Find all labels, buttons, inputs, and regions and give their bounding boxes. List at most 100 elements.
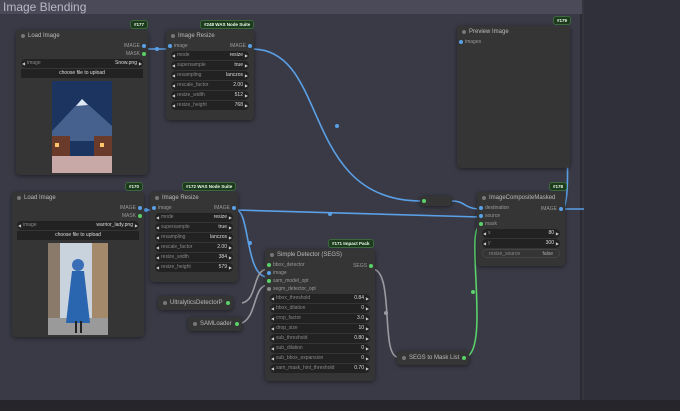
slot[interactable]: IMAGE xyxy=(16,42,148,50)
slot-dot-icon[interactable] xyxy=(138,206,142,210)
slot[interactable]: MASK xyxy=(16,50,148,58)
slot-dot-icon[interactable] xyxy=(462,356,467,360)
slot-label: image xyxy=(158,205,172,211)
node-title[interactable]: Simple Detector (SEGS) xyxy=(265,249,375,261)
node-id-badge: #171 Impact Pack xyxy=(328,239,374,248)
slot[interactable]: IMAGE xyxy=(533,205,565,213)
slot[interactable]: IMAGE xyxy=(230,42,252,50)
widget[interactable]: x 80 xyxy=(482,229,560,238)
widget[interactable]: drop_size 10 xyxy=(270,324,370,333)
slot[interactable]: segm_detector_opt xyxy=(265,285,375,293)
upload-button[interactable]: choose file to upload xyxy=(21,69,143,78)
widget[interactable]: resize_height 768 xyxy=(171,101,249,110)
slot-dot-icon[interactable] xyxy=(267,271,271,275)
widget[interactable]: sub_threshold 0.80 xyxy=(270,334,370,343)
slot-dot-icon[interactable] xyxy=(267,279,271,283)
slot-dot-icon[interactable] xyxy=(232,206,236,210)
widget[interactable]: y 300 xyxy=(482,239,560,248)
widget[interactable]: bbox_threshold 0.84 xyxy=(270,294,370,303)
widget-value: 80 xyxy=(548,230,554,236)
slot-dot-icon[interactable] xyxy=(168,44,172,48)
slot-dot-icon[interactable] xyxy=(142,44,146,48)
widget[interactable]: mode resize xyxy=(171,51,249,60)
slot[interactable]: source xyxy=(477,212,565,220)
slot-dot-icon[interactable] xyxy=(248,44,252,48)
widget[interactable]: supersample true xyxy=(171,61,249,70)
node-segs2mask[interactable]: SEGS to Mask List xyxy=(397,351,470,365)
widget-value: 0 xyxy=(361,305,364,311)
slot[interactable]: IMAGE xyxy=(12,204,144,212)
widget[interactable]: supersample true xyxy=(155,223,233,232)
slot[interactable]: image xyxy=(152,204,172,212)
slot[interactable]: mask xyxy=(477,220,565,228)
slot[interactable]: SEGS xyxy=(345,262,375,270)
node-title[interactable]: Image Resize xyxy=(150,192,238,204)
node-title[interactable]: Load Image xyxy=(12,192,144,204)
widget[interactable]: resampling lanczos xyxy=(171,71,249,80)
widget-label: x xyxy=(488,230,491,236)
node-composite[interactable]: ImageCompositeMasked destination source mas… xyxy=(477,192,565,266)
widget[interactable]: mode resize xyxy=(155,213,233,222)
reroute-node[interactable] xyxy=(420,196,452,206)
node-title[interactable]: Load Image xyxy=(16,30,148,42)
widget-value: lanczos xyxy=(210,234,227,240)
node-title[interactable]: Image Resize xyxy=(166,30,254,42)
slot-label: bbox_detector xyxy=(273,262,305,268)
widget[interactable]: resize_width 512 xyxy=(171,91,249,100)
slot-dot-icon[interactable] xyxy=(234,322,239,326)
widget[interactable]: image warrior_lady.png xyxy=(17,221,139,230)
widget-label: rescale_factor xyxy=(161,244,193,250)
widget[interactable]: sub_dilation 0 xyxy=(270,344,370,353)
resize-source-toggle[interactable]: resize_source false xyxy=(482,249,560,258)
upload-button[interactable]: choose file to upload xyxy=(17,231,139,240)
node-preview[interactable]: Preview Image images xyxy=(457,26,570,168)
widget[interactable]: rescale_factor 2.00 xyxy=(171,81,249,90)
slot[interactable]: MASK xyxy=(12,212,144,220)
slot-dot-icon[interactable] xyxy=(142,52,146,56)
slot-dot-icon[interactable] xyxy=(152,206,156,210)
slot-dot-icon[interactable] xyxy=(479,214,483,218)
widget-value: 2.00 xyxy=(217,244,227,250)
slot-dot-icon[interactable] xyxy=(267,263,271,267)
slot[interactable]: sam_model_opt xyxy=(265,277,375,285)
node-id-badge: #177 xyxy=(130,20,149,29)
widget[interactable]: crop_factor 3.0 xyxy=(270,314,370,323)
widget[interactable]: rescale_factor 2.00 xyxy=(155,243,233,252)
node-detector[interactable]: Simple Detector (SEGS) bbox_detector image… xyxy=(265,249,375,381)
widget[interactable]: image Snow.png xyxy=(21,59,143,68)
widget[interactable]: resampling lanczos xyxy=(155,233,233,242)
canvas-background xyxy=(584,0,680,400)
node-load2[interactable]: Load ImageIMAGE MASK image warrior_lady.png… xyxy=(12,192,144,337)
slot[interactable]: images xyxy=(457,38,570,46)
node-resize1[interactable]: Image Resizeimage IMAGE mode resize supersam… xyxy=(166,30,254,120)
slot-dot-icon[interactable] xyxy=(459,40,463,44)
slot[interactable]: image xyxy=(265,269,375,277)
slot-dot-icon[interactable] xyxy=(225,301,230,305)
reroute-dot-icon[interactable] xyxy=(422,199,426,203)
widget[interactable]: resize_height 579 xyxy=(155,263,233,272)
widget-label: supersample xyxy=(177,62,206,68)
node-sam[interactable]: SAMLoader xyxy=(188,317,242,331)
widget[interactable]: sub_bbox_expansion 0 xyxy=(270,354,370,363)
widget-value: resize xyxy=(213,214,227,220)
node-id-badge: #178 xyxy=(549,182,568,191)
slot-dot-icon[interactable] xyxy=(267,287,271,291)
widget[interactable]: resize_width 384 xyxy=(155,253,233,262)
widget-label: supersample xyxy=(161,224,190,230)
widget[interactable]: bbox_dilation 0 xyxy=(270,304,370,313)
slot-dot-icon[interactable] xyxy=(369,264,373,268)
widget-value: 0.80 xyxy=(354,335,364,341)
slot-label: IMAGE xyxy=(540,206,557,212)
slot-dot-icon[interactable] xyxy=(138,214,142,218)
slot-dot-icon[interactable] xyxy=(479,222,483,226)
node-load1[interactable]: Load ImageIMAGE MASK image Snow.png choose f… xyxy=(16,30,148,175)
slot-dot-icon[interactable] xyxy=(559,207,563,211)
slot[interactable]: image xyxy=(168,42,188,50)
node-resize2[interactable]: Image Resizeimage IMAGE mode resize supersam… xyxy=(150,192,238,282)
node-title[interactable]: ImageCompositeMasked xyxy=(477,192,565,204)
node-title[interactable]: Preview Image xyxy=(457,26,570,38)
widget[interactable]: sam_mask_hint_threshold 0.70 xyxy=(270,364,370,373)
node-ultra[interactable]: UltralyticsDetectorP xyxy=(158,296,233,310)
slot[interactable]: IMAGE xyxy=(214,204,236,212)
slot-dot-icon[interactable] xyxy=(479,206,483,210)
